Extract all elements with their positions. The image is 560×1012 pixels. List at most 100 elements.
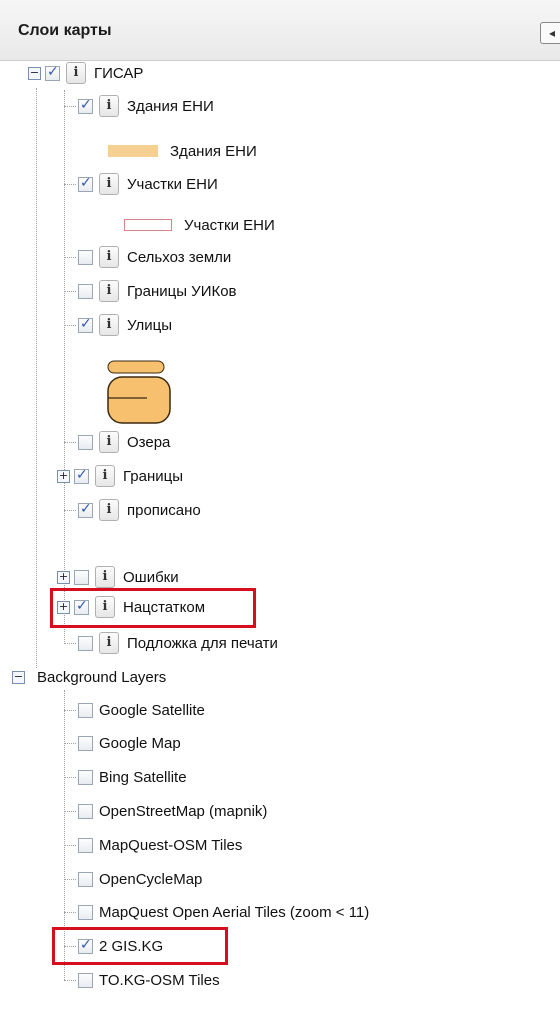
layer-label: Сельхоз земли (127, 248, 232, 266)
tree-line (64, 845, 76, 847)
info-icon[interactable]: i (99, 632, 119, 654)
tree-line (64, 442, 76, 444)
bg-layer-mapquest-aerial[interactable]: MapQuest Open Aerial Tiles (zoom < 11) (78, 897, 369, 927)
tree-line (64, 291, 76, 293)
layer-label: Озера (127, 433, 171, 451)
layer-label: MapQuest-OSM Tiles (99, 836, 243, 854)
layer-radio[interactable] (78, 735, 93, 751)
bg-layer-bing-satellite[interactable]: Bing Satellite (78, 762, 187, 792)
tree-line (64, 643, 76, 645)
layer-checkbox[interactable] (78, 175, 93, 192)
info-icon[interactable]: i (95, 465, 115, 487)
collapse-icon[interactable]: − (28, 66, 41, 80)
layer-node-granitsy[interactable]: + i Границы (57, 461, 183, 491)
info-icon[interactable]: i (99, 95, 119, 117)
layer-checkbox[interactable] (78, 635, 93, 651)
layer-label: Улицы (127, 316, 173, 334)
info-icon[interactable]: i (99, 499, 119, 521)
layer-checkbox[interactable] (78, 97, 93, 114)
bg-layer-google-satellite[interactable]: Google Satellite (78, 695, 205, 725)
layer-label: Google Satellite (99, 701, 205, 719)
layer-label: прописано (127, 501, 201, 519)
layer-node-propisano[interactable]: i прописано (78, 495, 201, 525)
street-swatch-small (107, 360, 165, 374)
layer-label: Границы УИКов (127, 282, 237, 300)
layer-label: OpenStreetMap (mapnik) (99, 802, 268, 820)
layer-radio[interactable] (78, 803, 93, 819)
info-icon[interactable]: i (99, 314, 119, 336)
layer-node-ozera[interactable]: i Озера (78, 427, 170, 457)
layer-radio[interactable] (78, 702, 93, 718)
bg-layer-google-map[interactable]: Google Map (78, 728, 181, 758)
info-icon[interactable]: i (99, 431, 119, 453)
tree-line (64, 257, 76, 259)
layer-label: ГИСАР (94, 64, 144, 82)
info-icon[interactable]: i (99, 173, 119, 195)
tree-line (64, 106, 76, 108)
layer-node-gisar[interactable]: − i ГИСАР (28, 58, 143, 88)
layer-radio[interactable] (78, 904, 93, 920)
highlight-box (50, 588, 256, 628)
map-layers-panel: Слои карты ◂ − i ГИСАР i Здания ЕНИ Здан… (0, 0, 560, 1012)
tree-line (64, 184, 76, 186)
legend-swatch (108, 145, 158, 157)
layer-checkbox[interactable] (78, 501, 93, 518)
info-icon[interactable]: i (95, 566, 115, 588)
info-icon[interactable]: i (99, 280, 119, 302)
layer-checkbox[interactable] (78, 434, 93, 450)
bg-layer-opencyclemap[interactable]: OpenCycleMap (78, 864, 202, 894)
bg-layer-mapquest-osm[interactable]: MapQuest-OSM Tiles (78, 830, 242, 860)
layer-label: Здания ЕНИ (127, 97, 214, 115)
collapse-panel-button[interactable]: ◂ (540, 22, 560, 44)
tree-line (64, 710, 76, 712)
layer-checkbox[interactable] (74, 467, 89, 484)
layer-checkbox[interactable] (78, 316, 93, 333)
highlight-box (52, 927, 228, 965)
layer-checkbox[interactable] (74, 569, 89, 585)
layer-label: Google Map (99, 734, 181, 752)
layer-label: TO.KG-OSM Tiles (99, 971, 220, 989)
info-icon[interactable]: i (99, 246, 119, 268)
tree-line (64, 980, 76, 982)
layer-label: Bing Satellite (99, 768, 187, 786)
layer-radio[interactable] (78, 972, 93, 988)
layer-node-zdaniya-eni[interactable]: i Здания ЕНИ (78, 91, 214, 121)
streets-legend-icon (107, 360, 171, 424)
tree-line (64, 811, 76, 813)
collapse-icon[interactable]: − (12, 670, 25, 684)
tree-line (64, 325, 76, 327)
layer-label: Границы (123, 467, 183, 485)
layer-radio[interactable] (78, 871, 93, 887)
layer-checkbox[interactable] (78, 249, 93, 265)
tree-line (64, 90, 66, 642)
layer-radio[interactable] (78, 769, 93, 785)
tree-line (64, 510, 76, 512)
layer-label: Background Layers (37, 668, 167, 686)
legend-label: Участки ЕНИ (184, 216, 275, 234)
layer-checkbox[interactable] (78, 283, 93, 299)
layer-node-selkhoz-zemli[interactable]: i Сельхоз земли (78, 242, 231, 272)
layer-node-granitsy-uikov[interactable]: i Границы УИКов (78, 276, 237, 306)
panel-header: Слои карты ◂ (0, 0, 560, 61)
layer-node-uchastki-eni[interactable]: i Участки ЕНИ (78, 169, 218, 199)
legend-label: Здания ЕНИ (170, 142, 257, 160)
layer-node-ulitsy[interactable]: i Улицы (78, 310, 172, 340)
expand-icon[interactable]: + (57, 570, 70, 584)
panel-title: Слои карты (18, 22, 112, 39)
legend-swatch (124, 219, 172, 231)
background-layers-node[interactable]: − Background Layers (12, 662, 166, 692)
tree-line (64, 777, 76, 779)
layer-node-podlozhka[interactable]: i Подложка для печати (78, 628, 278, 658)
layer-checkbox[interactable] (45, 64, 60, 81)
bg-layer-openstreetmap[interactable]: OpenStreetMap (mapnik) (78, 796, 267, 826)
expand-icon[interactable]: + (57, 469, 70, 483)
layer-radio[interactable] (78, 837, 93, 853)
layer-label: MapQuest Open Aerial Tiles (zoom < 11) (99, 903, 370, 921)
layer-label: OpenCycleMap (99, 870, 203, 888)
legend-item: Участки ЕНИ (124, 213, 275, 237)
info-icon[interactable]: i (66, 62, 86, 84)
bg-layer-tokg-osm[interactable]: TO.KG-OSM Tiles (78, 965, 220, 995)
legend-item: Здания ЕНИ (108, 139, 257, 163)
layer-label: Подложка для печати (127, 634, 278, 652)
tree-line (64, 879, 76, 881)
